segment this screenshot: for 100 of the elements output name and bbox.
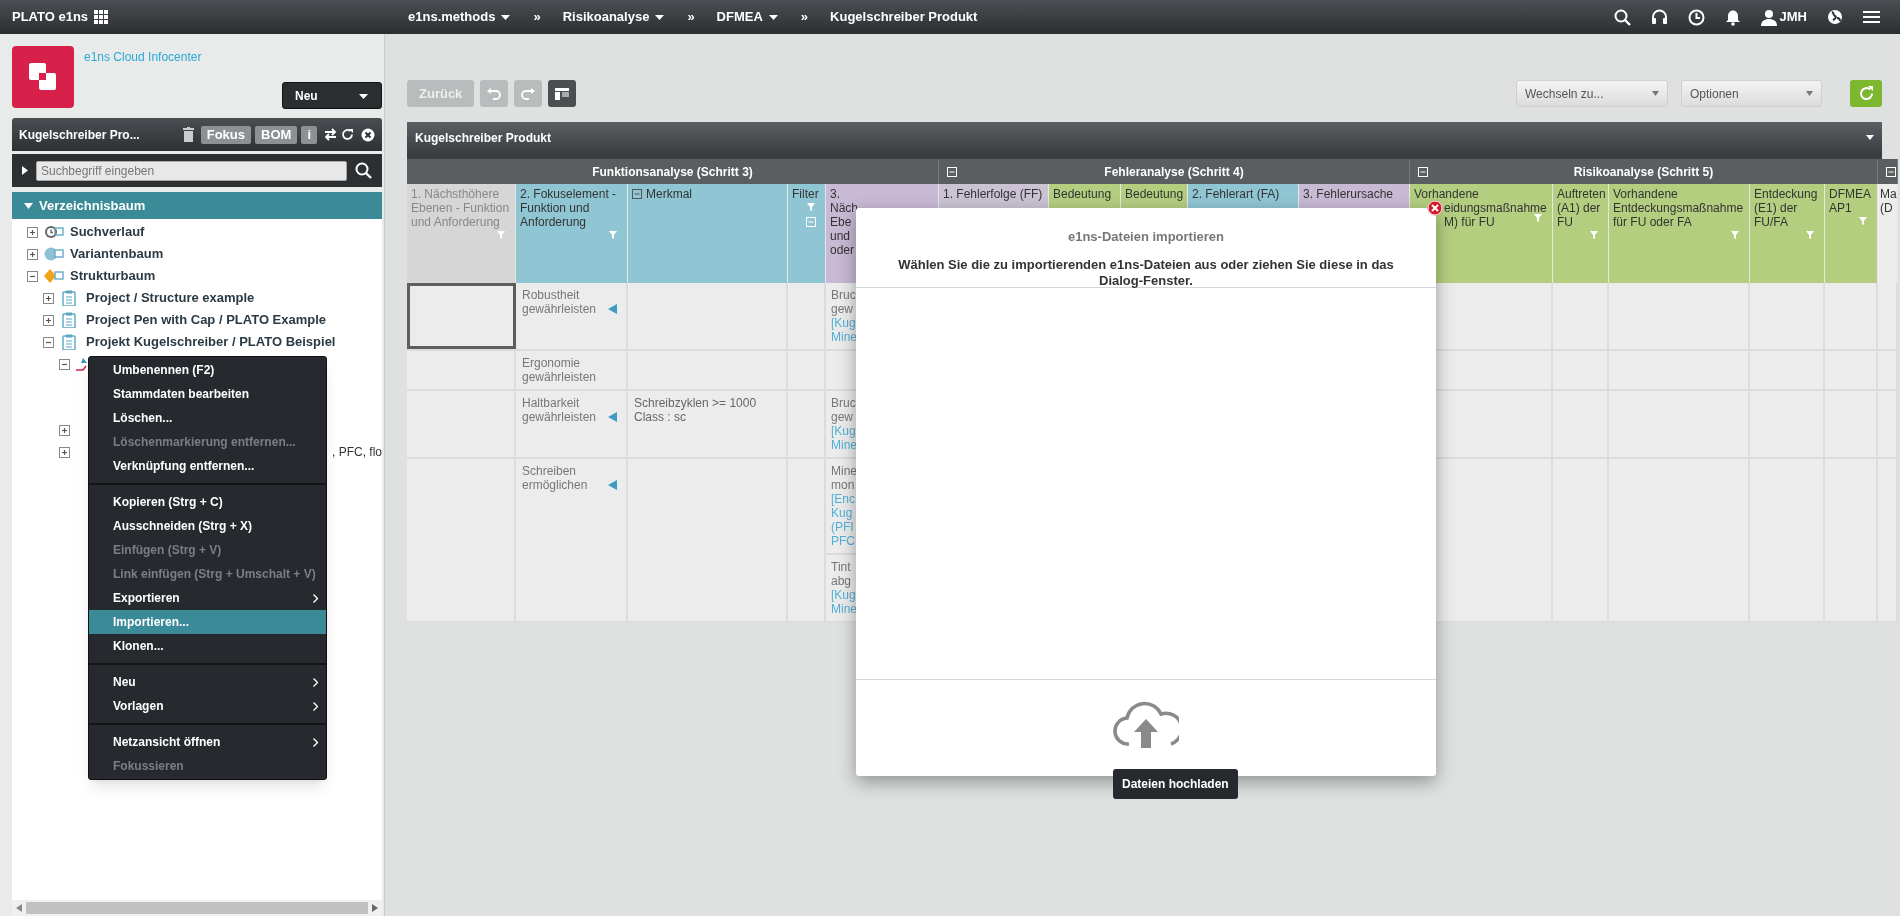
link-arrow-icon[interactable] (608, 480, 617, 490)
tree-item[interactable]: Variantenbaum (70, 244, 164, 264)
headset-icon[interactable] (1650, 8, 1668, 26)
column-label: 3. Fehlerursache (1303, 187, 1394, 201)
variants-icon (44, 246, 64, 262)
link-arrow-icon[interactable] (608, 412, 617, 422)
cell-text: Mine (831, 464, 858, 478)
layout-button[interactable] (548, 80, 577, 107)
structure-icon (44, 268, 64, 284)
options-select[interactable]: Optionen (1681, 80, 1822, 107)
function-text: Ergonomie gewährleisten (522, 356, 598, 384)
switch-select[interactable]: Wechseln zu... (1516, 80, 1668, 107)
expand-icon[interactable] (22, 166, 28, 175)
characteristic-text: Class : sc (634, 410, 687, 424)
function-text: Robustheit gewährleisten (522, 288, 598, 316)
cell-text: mon (831, 478, 856, 492)
expand-icon[interactable] (59, 424, 70, 436)
dialog-title: e1ns-Dateien importieren (1067, 228, 1224, 246)
function-text: Schreiben ermöglichen (522, 464, 589, 492)
tree-header[interactable]: Verzeichnisbaum (12, 192, 382, 219)
breadcrumb-link[interactable]: DFMEA (716, 7, 779, 27)
column-header[interactable]: Vorhandene Entdeckungsmaßnahme für FU oder FA (1609, 184, 1750, 283)
function-text: Haltbarkeit gewährleisten (522, 396, 598, 424)
tree-item[interactable]: Strukturbaum (70, 266, 156, 286)
breadcrumb-link[interactable]: Risikoanalyse (562, 7, 666, 27)
column-label: Filter (792, 187, 819, 201)
panel-title: Kugelschreiber Pro... (19, 126, 140, 144)
menu-item[interactable]: Exportieren (89, 586, 326, 610)
panel-title: Kugelschreiber Produkt (415, 129, 552, 147)
tree-item[interactable]: Project Pen with Cap / PLATO Example (86, 310, 327, 330)
expand-icon[interactable] (27, 226, 38, 238)
column-header[interactable]: 2. Fokuselement - Funktion und Anforderung (516, 184, 628, 283)
collapse-icon[interactable] (43, 336, 54, 348)
globe-icon[interactable] (1827, 9, 1843, 25)
refresh-icon[interactable] (341, 128, 354, 141)
history-icon (44, 224, 64, 240)
menu-item[interactable]: Verknüpfung entfernen... (89, 454, 326, 478)
tree-item[interactable]: , PFC, flo (332, 443, 382, 461)
column-header[interactable]: Ma (D (1878, 184, 1898, 283)
search-icon[interactable] (1613, 8, 1631, 26)
search-field[interactable]: Suchbegriff eingeben (36, 160, 347, 181)
menu-item[interactable]: Stammdaten bearbeiten (89, 382, 326, 406)
expand-icon[interactable] (43, 292, 54, 304)
collapse-icon[interactable] (27, 270, 38, 282)
tree-item[interactable]: Suchverlauf (70, 222, 145, 242)
scroll-left-icon[interactable] (16, 904, 22, 912)
breadcrumb-link[interactable]: Kugelschreiber Produkt (830, 7, 978, 27)
tree-item[interactable]: Project / Structure example (86, 288, 255, 308)
search-icon[interactable] (355, 162, 372, 179)
scroll-right-icon[interactable] (372, 904, 378, 912)
link-arrow-icon[interactable] (608, 304, 617, 314)
menu-item[interactable]: Löschen... (89, 406, 326, 430)
expand-icon[interactable] (43, 314, 54, 326)
menu-item[interactable]: Vorlagen (89, 694, 326, 718)
column-label: 3. Näch Ebe und oder (830, 187, 858, 257)
menu-item[interactable]: Klonen... (89, 634, 326, 658)
undo-icon (487, 87, 502, 100)
caret-icon[interactable] (1866, 135, 1874, 140)
product-icon (76, 357, 87, 371)
column-label: Ma (D (1880, 187, 1897, 215)
column-label: 2. Fokuselement - Funktion und Anforderung (520, 187, 618, 229)
column-label: Bedeutung (1053, 187, 1112, 201)
menu-item[interactable]: Netzansicht öffnen (89, 730, 326, 754)
collapse-icon[interactable] (632, 189, 642, 199)
column-header[interactable]: Merkmal (628, 184, 788, 283)
refresh-icon (1858, 86, 1874, 101)
expand-icon[interactable] (59, 446, 70, 458)
caret-icon (1806, 91, 1813, 96)
menu-item[interactable]: Importieren... (89, 610, 326, 634)
collapse-icon[interactable] (59, 358, 70, 370)
tree-item[interactable]: Projekt Kugelschreiber / PLATO Beispiel (86, 332, 336, 352)
menu-item[interactable]: Neu (89, 670, 326, 694)
menu-item[interactable]: Ausschneiden (Strg + X) (89, 514, 326, 538)
close-icon[interactable] (361, 127, 375, 142)
menu-item[interactable]: Kopieren (Strg + C) (89, 490, 326, 514)
menu-icon[interactable] (1863, 10, 1880, 24)
column-header[interactable]: Entdeckung (E1) der FU/FA (1750, 184, 1825, 283)
new-button[interactable]: Neu (282, 82, 382, 109)
column-label: Vorhandene (1414, 187, 1479, 201)
table-cell[interactable] (407, 283, 516, 349)
group-title: Fehleranalyse (Schritt 4) (1104, 163, 1244, 181)
cell-text: gew (831, 410, 854, 424)
column-label: M) für FU (1444, 215, 1495, 229)
swap-icon[interactable] (324, 128, 337, 141)
breadcrumb-link[interactable]: e1ns.methods (408, 7, 512, 27)
menu-item[interactable]: Umbenennen (F2) (89, 358, 326, 382)
trash-icon[interactable] (182, 127, 194, 142)
breadcrumb-separator: » (687, 8, 695, 27)
expand-icon[interactable] (27, 248, 38, 260)
clock-icon[interactable] (1687, 8, 1705, 26)
horizontal-scrollbar[interactable] (12, 900, 382, 916)
column-header[interactable]: DFMEA AP1 (1825, 184, 1878, 283)
breadcrumb-separator: » (533, 8, 541, 27)
apps-grid-icon[interactable] (94, 10, 109, 24)
redo-icon (521, 87, 536, 100)
column-label: 1. Nächsthöhere Ebenen - Funktion und Anforderung (411, 187, 511, 229)
column-label: Merkmal (646, 187, 692, 201)
user-menu[interactable]: JMH (1760, 7, 1807, 27)
column-header[interactable]: Auftreten (A1) der FU (1553, 184, 1609, 283)
bell-icon[interactable] (1724, 8, 1741, 26)
